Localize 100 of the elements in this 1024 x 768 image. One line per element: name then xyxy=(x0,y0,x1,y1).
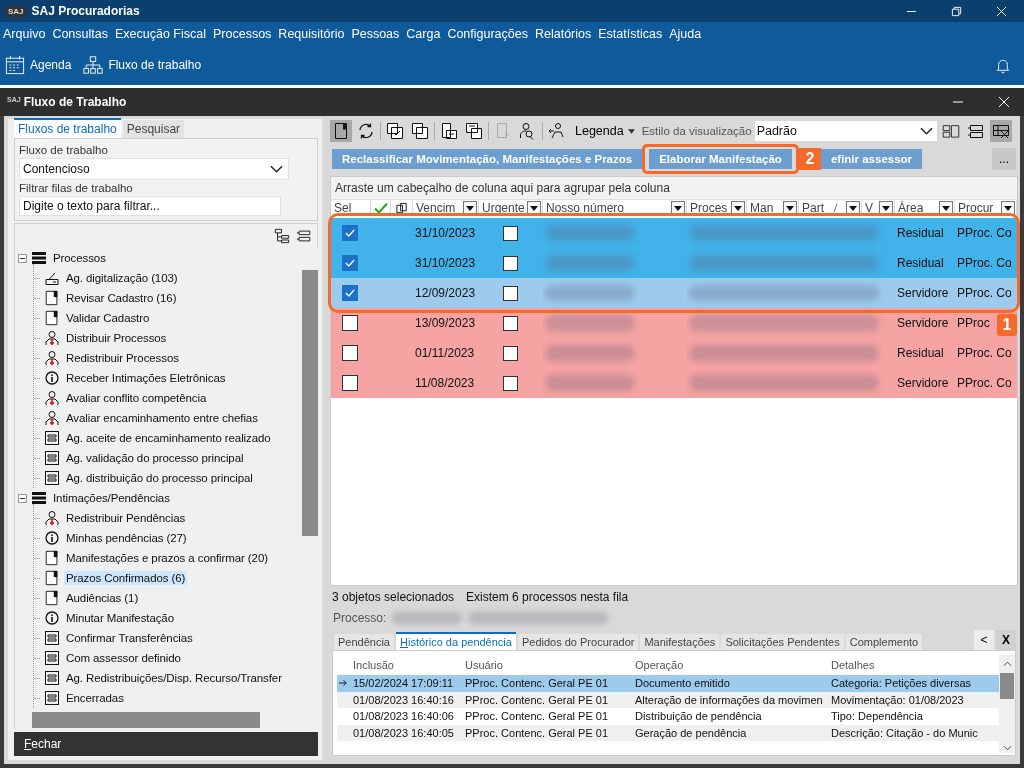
history-row[interactable]: 01/08/2023 16:40:06 PProc. Contenc. Geral PE 01 Distribuição de pendência Tipo: Dependência xyxy=(337,708,999,725)
panel-tab[interactable]: Fluxos de trabalho xyxy=(14,118,121,138)
column-header[interactable]: Part xyxy=(802,201,824,215)
checklist-icon[interactable] xyxy=(384,120,406,142)
tree-item[interactable]: Avaliar encaminhamento entre chefias xyxy=(64,411,260,425)
tree-item[interactable]: Intimações/Pendências xyxy=(51,491,172,505)
detail-tab[interactable]: Manifestações xyxy=(640,634,720,650)
tree-item[interactable]: Minhas pendências (27) xyxy=(64,531,189,545)
menu-item[interactable]: Requisitório xyxy=(278,26,345,41)
tree-item[interactable]: Revisar Cadastro (16) xyxy=(64,291,179,305)
column-header[interactable]: Vencim xyxy=(416,201,456,215)
detail-tab[interactable]: Solicitações Pendentes xyxy=(721,634,844,650)
tree-item[interactable]: Avaliar conflito competência xyxy=(64,391,209,405)
tree-item[interactable]: Redistribuir Processos xyxy=(64,351,181,365)
history-row[interactable]: 15/02/2024 17:09:11 PProc. Contenc. Geral PE 01 Documento emitido Categoria: Petições diversas xyxy=(337,675,999,692)
toolbar-button[interactable]: Agenda xyxy=(5,55,72,75)
tree-item[interactable]: Encerradas xyxy=(64,691,126,705)
tree-item[interactable]: Ag. digitalização (103) xyxy=(64,271,180,285)
close-icon[interactable] xyxy=(996,5,1007,17)
checkbox[interactable] xyxy=(342,345,358,361)
tree-item[interactable]: Prazos Confirmados (6) xyxy=(64,571,188,585)
expand-tree-icon[interactable] xyxy=(274,228,290,244)
column-header[interactable]: Proces xyxy=(690,201,728,215)
view-style-dropdown[interactable]: Padrão xyxy=(754,121,937,141)
tree-item[interactable]: Ag. aceite de encaminhamento realizado xyxy=(64,431,273,445)
menu-item[interactable]: Carga xyxy=(406,26,441,41)
checkbox[interactable] xyxy=(342,255,358,271)
grid-filter-icon[interactable] xyxy=(989,120,1012,142)
tree-item[interactable]: Ag. validação do processo principal xyxy=(64,451,246,465)
tree-item[interactable]: Confirmar Transferências xyxy=(64,631,195,645)
filter-dropdown-icon[interactable] xyxy=(1001,201,1015,215)
detail-tab[interactable]: Histórico da pendência xyxy=(396,632,516,650)
restore-icon[interactable] xyxy=(951,5,962,17)
copy-icon[interactable] xyxy=(409,120,431,142)
tree-item[interactable]: Receber Intimações Eletrônicas xyxy=(64,371,228,385)
column-header[interactable]: Usuário xyxy=(463,659,633,671)
menu-item[interactable]: Estatísticas xyxy=(598,26,663,41)
collapse-toggle[interactable] xyxy=(18,253,27,263)
checkbox[interactable] xyxy=(503,345,518,361)
tree-item[interactable]: Validar Cadastro xyxy=(64,311,152,325)
tree-item[interactable]: Minutar Manifestação xyxy=(64,611,176,625)
tree-item[interactable]: Com assessor definido xyxy=(64,651,183,665)
column-header[interactable]: Procur xyxy=(958,201,994,215)
menu-item[interactable]: Pessoas xyxy=(351,26,400,41)
toolbar-button[interactable]: Fluxo de trabalho xyxy=(83,55,202,75)
close-icon[interactable] xyxy=(998,96,1010,108)
save-icon[interactable] xyxy=(463,120,485,142)
more-button[interactable]: ... xyxy=(992,148,1016,170)
legend-dropdown[interactable]: Legenda xyxy=(571,124,639,138)
column-header[interactable]: V xyxy=(865,201,873,215)
sort-icon[interactable] xyxy=(832,202,838,214)
menu-item[interactable]: Processos xyxy=(213,26,272,41)
scroll-up-icon[interactable] xyxy=(1002,661,1012,667)
collapse-toggle[interactable] xyxy=(18,493,27,503)
table-row[interactable]: 11/08/2023 Servidore PProc. Co xyxy=(331,368,1017,398)
tree-item[interactable]: Audiências (1) xyxy=(64,591,141,605)
checkbox[interactable] xyxy=(342,315,358,331)
column-header[interactable]: Detalhes xyxy=(829,659,999,671)
table-row[interactable]: 01/11/2023 Residual PProc. Co xyxy=(331,338,1017,368)
document-icon[interactable] xyxy=(330,120,352,142)
vertical-scrollbar[interactable] xyxy=(999,655,1015,753)
column-header[interactable]: Man xyxy=(750,201,774,215)
menu-item[interactable]: Configurações xyxy=(447,26,528,41)
menu-item[interactable]: Consultas xyxy=(52,26,108,41)
table-row[interactable]: 31/10/2023 Residual PProc. Co xyxy=(331,248,1017,278)
tree-item[interactable]: Ag. Redistribuições/Disp. Recurso/Transfer xyxy=(64,671,284,685)
scroll-down-icon[interactable] xyxy=(1002,745,1012,751)
tree-item[interactable]: Ag. distribuição do processo principal xyxy=(64,471,255,485)
checkbox[interactable] xyxy=(503,255,518,271)
checkbox[interactable] xyxy=(342,225,358,241)
checkbox[interactable] xyxy=(342,285,358,301)
detail-tab[interactable]: Pendência xyxy=(334,634,394,650)
filter-field[interactable]: Digite o texto para filtrar... xyxy=(19,196,281,216)
column-header[interactable]: Nosso número xyxy=(546,201,625,215)
close-panel-button[interactable]: X xyxy=(996,630,1016,650)
checkbox[interactable] xyxy=(503,315,518,331)
history-row[interactable]: 01/08/2023 16:40:05 PProc. Contenc. Geral PE 01 Geração de pendência Descrição: Citação - do Munic xyxy=(337,724,999,741)
collapse-tree-icon[interactable] xyxy=(296,228,312,244)
tree-item[interactable]: Redistribuir Pendências xyxy=(64,511,188,525)
detail-tab[interactable]: Pedidos do Procurador xyxy=(517,634,639,650)
tree-item[interactable]: Distribuir Processos xyxy=(64,331,169,345)
tree-item[interactable]: Manifestações e prazos a confirmar (20) xyxy=(64,551,270,565)
checkbox[interactable] xyxy=(503,285,518,301)
close-button[interactable]: Fechar xyxy=(14,737,72,751)
scrollbar-thumb[interactable] xyxy=(1000,673,1014,699)
menu-item[interactable]: Arquivo xyxy=(3,26,46,41)
column-header[interactable]: Sel xyxy=(331,200,371,216)
column-header[interactable]: Área xyxy=(898,201,924,215)
tree-item[interactable]: Processos xyxy=(51,251,108,265)
column-header[interactable]: Inclusão xyxy=(351,659,463,671)
workflow-dropdown[interactable]: Contencioso xyxy=(19,158,289,180)
menu-item[interactable]: Execução Fiscal xyxy=(115,26,206,41)
panel-tab[interactable]: Pesquisar xyxy=(122,120,185,138)
column-header[interactable]: Operação xyxy=(633,659,829,671)
table-row[interactable]: 31/10/2023 Residual PProc. Co xyxy=(331,218,1017,248)
menu-item[interactable]: Relatórios xyxy=(535,26,592,41)
menu-item[interactable]: Ajuda xyxy=(669,26,702,41)
checkbox[interactable] xyxy=(342,375,358,391)
scroll-tabs-button[interactable]: < xyxy=(974,630,994,650)
checkbox[interactable] xyxy=(503,375,518,391)
